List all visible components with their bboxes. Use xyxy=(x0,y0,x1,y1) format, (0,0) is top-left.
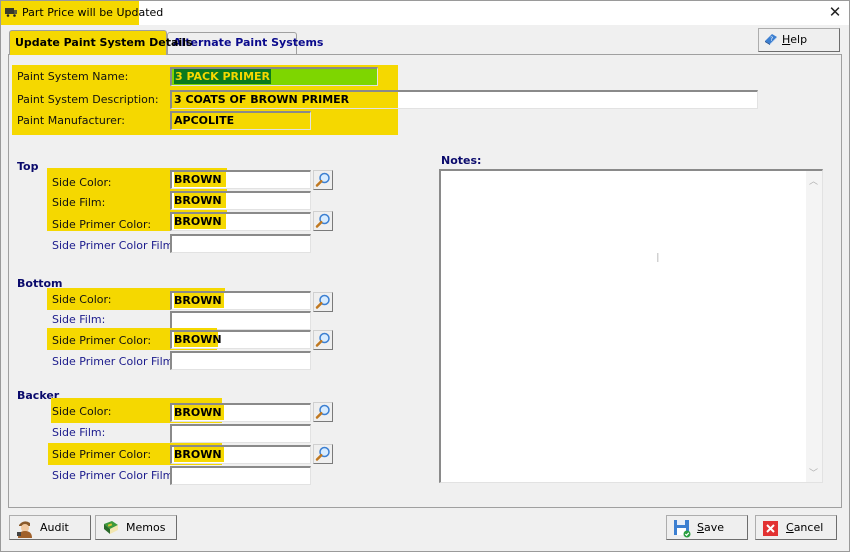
tab-update-paint-system-details[interactable]: Update Paint System Details xyxy=(9,30,193,55)
top-side-film-label: Side Film: xyxy=(52,196,106,209)
text-cursor-icon: I xyxy=(656,251,660,265)
top-side-primer-color-input[interactable]: BROWN xyxy=(170,212,311,231)
top-side-primer-color-film-input[interactable] xyxy=(170,234,311,253)
backer-side-film-input[interactable] xyxy=(170,424,311,443)
save-label-mnemonic: S xyxy=(697,521,704,534)
help-book-icon: ? xyxy=(765,34,777,45)
save-label-wrap: Save xyxy=(697,516,724,539)
top-side-primer-color-label: Side Primer Color: xyxy=(52,218,152,231)
magnifier-icon xyxy=(315,332,330,347)
top-side-primer-color-lookup-button[interactable] xyxy=(313,211,333,231)
backer-side-primer-color-lookup-button[interactable] xyxy=(313,444,333,464)
cancel-button[interactable]: Cancel xyxy=(755,515,837,540)
magnifier-icon xyxy=(315,446,330,461)
backer-side-color-label: Side Color: xyxy=(52,405,112,418)
paint-manufacturer-input[interactable]: APCOLITE xyxy=(170,111,311,130)
backer-side-color-value: BROWN xyxy=(174,405,224,420)
audit-button[interactable]: Audit xyxy=(9,515,91,540)
window-title: Part Price will be Updated xyxy=(22,6,164,19)
top-side-primer-color-film-label: Side Primer Color Film: xyxy=(52,239,178,252)
magnifier-icon xyxy=(315,213,330,228)
bottom-side-primer-color-label: Side Primer Color: xyxy=(52,334,152,347)
audit-label: Audit xyxy=(40,521,69,534)
paint-system-name-label: Paint System Name: xyxy=(17,70,129,83)
paint-system-description-input[interactable]: 3 COATS OF BROWN PRIMER xyxy=(170,90,758,109)
help-button[interactable]: ? Help xyxy=(758,28,840,52)
save-label: ave xyxy=(703,521,725,534)
top-side-film-input[interactable]: BROWN xyxy=(170,191,311,210)
bottom-side-color-input[interactable]: BROWN xyxy=(170,291,311,310)
close-button[interactable]: ✕ xyxy=(827,4,843,20)
paint-system-description-label: Paint System Description: xyxy=(17,93,159,106)
notes-scrollbar[interactable]: ︿ ﹀ xyxy=(806,171,822,482)
paint-system-description-value: 3 COATS OF BROWN PRIMER xyxy=(174,93,350,106)
section-title-top: Top xyxy=(17,160,39,173)
detective-icon xyxy=(17,521,32,538)
bottom-side-primer-color-lookup-button[interactable] xyxy=(313,330,333,350)
bottom-side-film-label: Side Film: xyxy=(52,313,106,326)
cancel-label: ancel xyxy=(793,521,824,534)
svg-text:?: ? xyxy=(770,36,773,43)
notes-label: Notes: xyxy=(441,154,482,167)
backer-side-primer-color-value: BROWN xyxy=(174,447,224,462)
bottom-side-color-value: BROWN xyxy=(174,293,224,308)
cancel-x-icon xyxy=(763,521,778,536)
top-side-color-label: Side Color: xyxy=(52,176,112,189)
magnifier-icon xyxy=(315,294,330,309)
dialog-window: Part Price will be Updated ✕ Update Pain… xyxy=(0,0,850,552)
memos-label: Memos xyxy=(126,521,166,534)
help-label: elp xyxy=(790,33,808,46)
bottom-side-primer-color-film-label: Side Primer Color Film: xyxy=(52,355,178,368)
save-disk-icon xyxy=(674,520,691,538)
paint-system-name-value: 3 PACK PRIMER xyxy=(174,69,272,84)
magnifier-icon xyxy=(315,172,330,187)
top-side-primer-color-value: BROWN xyxy=(174,214,226,229)
cancel-label-wrap: Cancel xyxy=(786,516,823,539)
bottom-side-primer-color-input[interactable]: BROWN xyxy=(170,330,311,349)
save-button[interactable]: Save xyxy=(666,515,748,540)
paint-manufacturer-label: Paint Manufacturer: xyxy=(17,114,125,127)
backer-side-primer-color-film-label: Side Primer Color Film: xyxy=(52,469,178,482)
top-side-color-input[interactable]: BROWN xyxy=(170,170,311,189)
bottom-side-color-label: Side Color: xyxy=(52,293,112,306)
backer-side-color-input[interactable]: BROWN xyxy=(170,403,311,422)
notes-textarea[interactable]: I ︿ ﹀ xyxy=(439,169,823,483)
paint-system-name-input[interactable]: 3 PACK PRIMER xyxy=(170,67,378,86)
top-side-color-lookup-button[interactable] xyxy=(313,170,333,190)
paint-manufacturer-value: APCOLITE xyxy=(174,114,235,127)
top-side-color-value: BROWN xyxy=(174,172,226,187)
backer-side-primer-color-film-input[interactable] xyxy=(170,466,311,485)
bottom-side-primer-color-value: BROWN xyxy=(174,332,222,347)
backer-side-color-lookup-button[interactable] xyxy=(313,402,333,422)
magnifier-icon xyxy=(315,404,330,419)
book-icon xyxy=(104,521,118,534)
backer-side-primer-color-input[interactable]: BROWN xyxy=(170,445,311,464)
title-bar: Part Price will be Updated ✕ xyxy=(1,1,849,25)
scroll-down-arrow-icon[interactable]: ﹀ xyxy=(809,466,818,479)
cancel-label-mnemonic: C xyxy=(786,521,794,534)
backer-side-primer-color-label: Side Primer Color: xyxy=(52,448,152,461)
truck-icon xyxy=(5,8,17,17)
top-side-film-value: BROWN xyxy=(174,193,226,208)
scroll-up-arrow-icon[interactable]: ︿ xyxy=(809,174,818,187)
memos-button[interactable]: Memos xyxy=(95,515,177,540)
bottom-side-primer-color-film-input[interactable] xyxy=(170,351,311,370)
backer-side-film-label: Side Film: xyxy=(52,426,106,439)
bottom-side-color-lookup-button[interactable] xyxy=(313,292,333,312)
